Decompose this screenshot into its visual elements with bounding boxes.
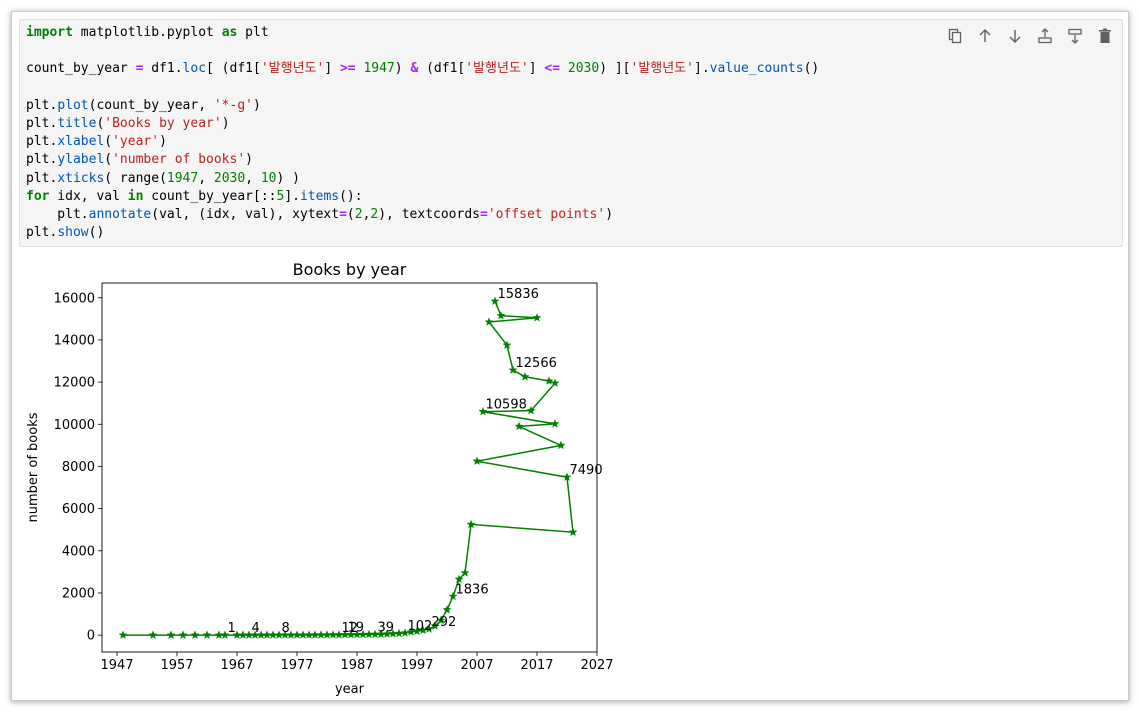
x-tick-label: 1957 bbox=[160, 658, 193, 673]
x-tick-label: 2007 bbox=[460, 658, 493, 673]
chart-title: Books by year bbox=[293, 260, 407, 279]
data-label: 1 bbox=[228, 621, 236, 636]
code-line-7: plt.xlabel('year') bbox=[26, 134, 167, 150]
axes-frame bbox=[101, 282, 598, 653]
series-line bbox=[123, 300, 574, 636]
data-point bbox=[556, 440, 566, 450]
x-tick-label: 1977 bbox=[280, 658, 313, 673]
data-label: 7490 bbox=[570, 463, 603, 478]
x-axis-label: year bbox=[335, 682, 365, 697]
notebook-window: import matplotlib.pyplot as plt count_by_… bbox=[11, 11, 1129, 701]
data-label: 8 bbox=[282, 621, 290, 636]
x-tick-label: 2017 bbox=[520, 658, 553, 673]
data-point bbox=[472, 456, 482, 466]
y-tick-label: 0 bbox=[87, 629, 95, 644]
insert-above-icon bbox=[1038, 28, 1052, 44]
data-label: 102 bbox=[408, 619, 433, 634]
insert-above-button[interactable] bbox=[1032, 24, 1058, 48]
data-label: 292 bbox=[432, 615, 457, 630]
data-point bbox=[292, 630, 302, 639]
data-point bbox=[166, 630, 176, 639]
code-line-9: plt.xticks( range(1947, 2030, 10) ) bbox=[26, 170, 300, 186]
code-line-12: plt.show() bbox=[26, 225, 105, 241]
code-line-6: plt.title('Books by year') bbox=[26, 115, 230, 131]
cell-output: Books by year year number of books 1947 1… bbox=[12, 252, 632, 698]
y-tick-label: 8000 bbox=[62, 460, 95, 475]
x-tick-label: 2027 bbox=[580, 658, 613, 673]
code-line-5: plt.plot(count_by_year, '*-g') bbox=[26, 97, 261, 113]
data-label: 1836 bbox=[456, 582, 489, 597]
data-label: 10598 bbox=[486, 398, 527, 413]
data-point bbox=[532, 313, 542, 322]
plot-area: 1947 1957 1967 1977 1987 1997 2007 2017 2027 0 200… bbox=[54, 282, 614, 673]
y-tick-label: 16000 bbox=[54, 291, 95, 306]
code-line-3: count_by_year = df1.loc[ (df1['발행년도'] >=… bbox=[26, 61, 820, 77]
data-point bbox=[550, 419, 560, 428]
data-label: 12 bbox=[342, 621, 359, 636]
data-point bbox=[214, 630, 224, 639]
code-line-10: for idx, val in count_by_year[::5].items… bbox=[26, 188, 363, 204]
y-tick-label: 14000 bbox=[54, 333, 95, 348]
insert-below-button[interactable] bbox=[1062, 24, 1088, 48]
y-axis-label: number of books bbox=[26, 412, 41, 522]
data-point bbox=[520, 372, 530, 381]
data-point bbox=[118, 630, 128, 639]
cell-toolbar bbox=[942, 24, 1118, 48]
code-editor[interactable]: import matplotlib.pyplot as plt count_by_… bbox=[26, 24, 819, 242]
y-tick-label: 12000 bbox=[54, 376, 95, 391]
delete-cell-button[interactable] bbox=[1092, 24, 1118, 48]
arrow-up-icon bbox=[979, 29, 991, 42]
data-point bbox=[190, 630, 200, 639]
copy-icon bbox=[948, 28, 962, 44]
move-down-button[interactable] bbox=[1002, 24, 1028, 48]
data-point bbox=[568, 527, 578, 537]
data-point bbox=[514, 421, 524, 431]
data-label: 12566 bbox=[516, 356, 557, 371]
trash-icon bbox=[1099, 28, 1111, 43]
data-label: 39 bbox=[378, 620, 395, 635]
move-up-button[interactable] bbox=[972, 24, 998, 48]
x-tick-label: 1997 bbox=[400, 658, 433, 673]
data-point bbox=[178, 630, 188, 639]
code-line-11: plt.annotate(val, (idx, val), xytext=(2,… bbox=[26, 206, 614, 222]
data-label: 4 bbox=[252, 621, 260, 636]
y-tick-label: 10000 bbox=[54, 418, 95, 433]
y-tick-label: 6000 bbox=[62, 502, 95, 517]
code-line-8: plt.ylabel('number of books') bbox=[26, 152, 253, 168]
line-chart: Books by year year number of books 1947 1… bbox=[26, 260, 614, 697]
data-point bbox=[484, 317, 494, 326]
copy-cell-button[interactable] bbox=[942, 24, 968, 48]
x-tick-label: 1947 bbox=[100, 658, 133, 673]
x-tick-label: 1987 bbox=[340, 658, 373, 673]
data-point bbox=[202, 630, 212, 639]
data-label: 15836 bbox=[498, 287, 539, 302]
code-line-1: import matplotlib.pyplot as plt bbox=[26, 25, 269, 40]
data-point bbox=[496, 310, 506, 320]
x-tick-label: 1967 bbox=[220, 658, 253, 673]
data-point bbox=[148, 630, 158, 639]
data-point bbox=[544, 376, 554, 385]
data-point bbox=[268, 630, 278, 639]
data-point bbox=[442, 605, 452, 614]
code-cell[interactable]: import matplotlib.pyplot as plt count_by_… bbox=[19, 19, 1123, 247]
y-tick-label: 2000 bbox=[62, 586, 95, 601]
arrow-down-icon bbox=[1009, 30, 1021, 43]
insert-below-icon bbox=[1068, 28, 1082, 44]
y-tick-label: 4000 bbox=[62, 544, 95, 559]
